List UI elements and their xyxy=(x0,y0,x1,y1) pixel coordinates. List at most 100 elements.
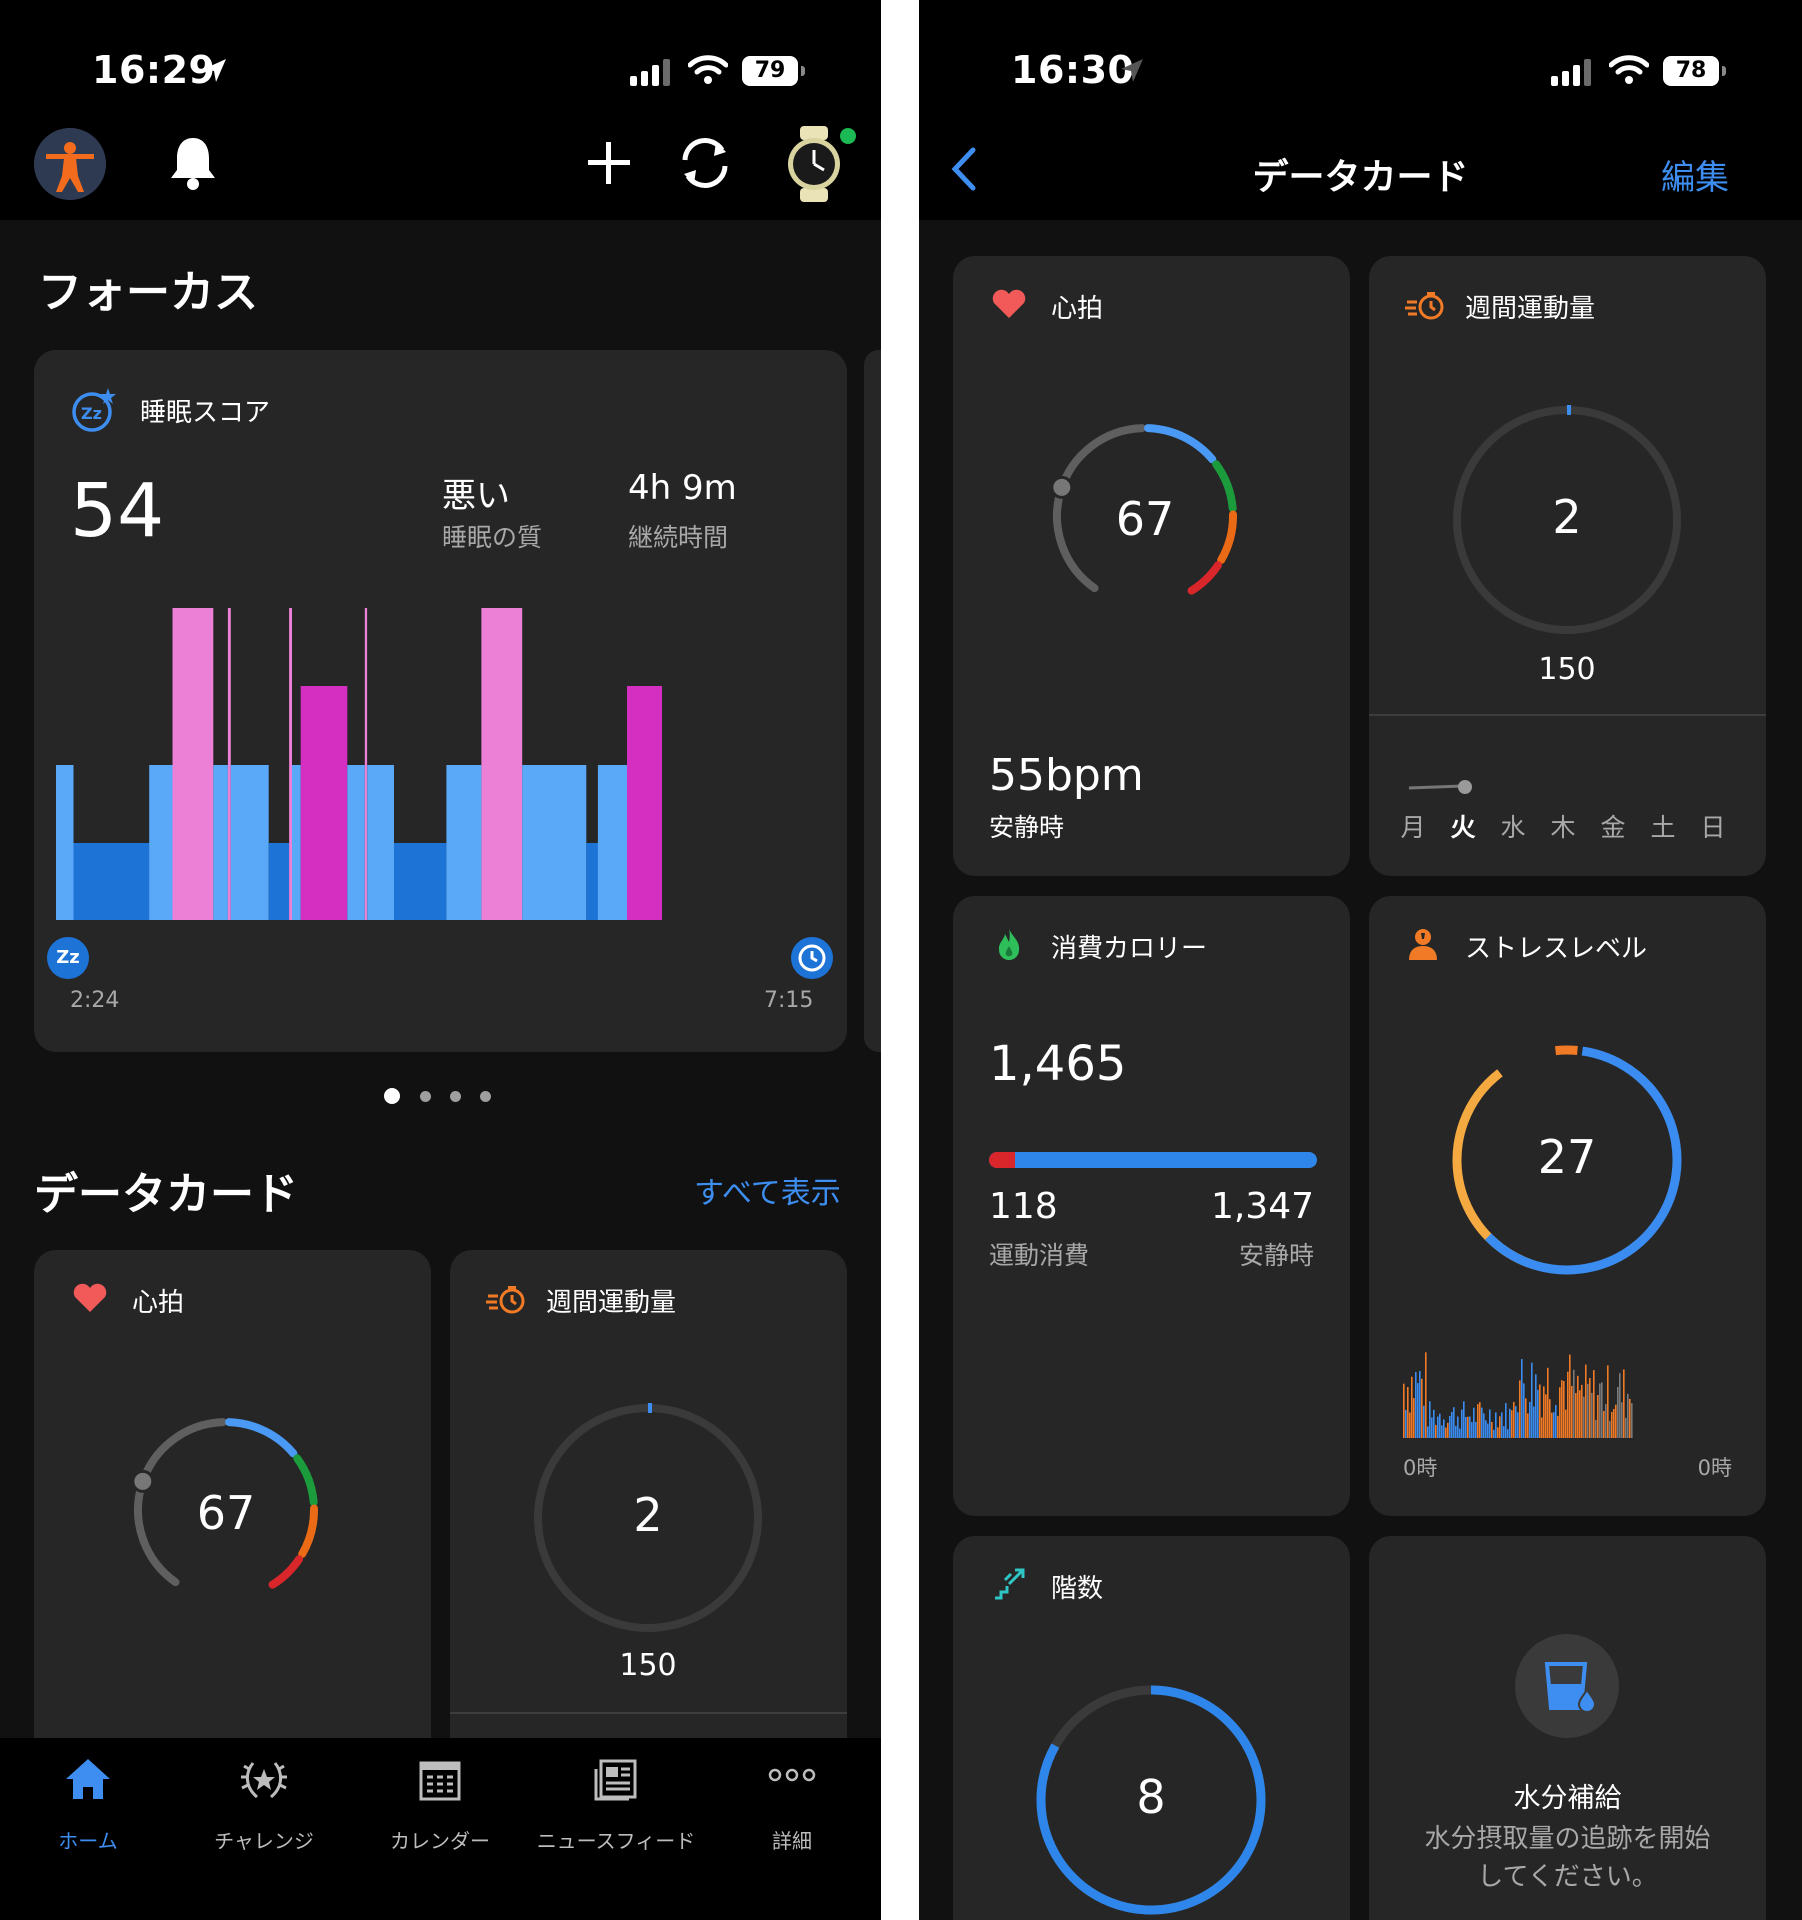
stopwatch-icon xyxy=(1405,292,1444,320)
stress-bar xyxy=(1609,1420,1611,1438)
stress-bar xyxy=(1461,1409,1463,1438)
stress-bar xyxy=(1517,1412,1519,1438)
stress-level-card[interactable]: ストレスレベル 27 0時 0時 xyxy=(1369,896,1766,1516)
location-arrow-icon xyxy=(204,59,226,82)
weekly-activity-goal: 150 xyxy=(619,1648,677,1683)
page-dot xyxy=(420,1091,431,1102)
stress-bar xyxy=(1587,1383,1589,1438)
stairs-icon xyxy=(995,1568,1025,1600)
resting-calories-label: 安静時 xyxy=(1238,1241,1314,1270)
stress-bar xyxy=(1453,1407,1455,1438)
stress-bar xyxy=(1599,1383,1601,1438)
stress-bar xyxy=(1631,1403,1633,1438)
stress-bar xyxy=(1445,1427,1447,1438)
show-all-link[interactable]: すべて表示 xyxy=(694,1168,841,1212)
stress-bar xyxy=(1611,1412,1613,1438)
signal-icon xyxy=(1551,59,1591,86)
stress-bar xyxy=(1625,1417,1627,1438)
stress-bar xyxy=(1553,1412,1555,1438)
stress-bar xyxy=(1613,1409,1615,1438)
stress-bar xyxy=(1437,1416,1439,1438)
sleep-stage-bar-rem xyxy=(172,608,214,920)
weekday-label: 火 xyxy=(1450,813,1476,842)
stress-card-title: ストレスレベル xyxy=(1465,934,1648,964)
weekday-label: 水 xyxy=(1500,813,1526,842)
stress-bar xyxy=(1591,1392,1593,1438)
stress-bar xyxy=(1429,1401,1431,1438)
sleep-card-title: 睡眠スコア xyxy=(140,398,271,428)
stress-bar xyxy=(1413,1398,1415,1438)
stress-bar xyxy=(1455,1425,1457,1438)
weekly-activity-card[interactable]: 週間運動量 2 150 月火水木金土日 xyxy=(1369,256,1766,876)
stress-bar xyxy=(1601,1382,1603,1438)
stress-bar xyxy=(1497,1427,1499,1438)
sync-icon[interactable] xyxy=(676,136,734,190)
bell-icon[interactable] xyxy=(168,134,218,192)
stress-bar xyxy=(1551,1412,1553,1438)
active-calories-label: 運動消費 xyxy=(989,1241,1090,1270)
stress-bar xyxy=(1459,1428,1461,1438)
heart-rate-card[interactable]: 心拍 67 55bpm 安静時 xyxy=(953,256,1350,876)
stress-bar xyxy=(1593,1370,1595,1438)
status-time: 16:29 xyxy=(92,48,216,92)
stress-bar xyxy=(1619,1373,1621,1438)
water-cup-icon xyxy=(1544,1662,1597,1713)
heart-card-title: 心拍 xyxy=(132,1288,185,1318)
stress-bar xyxy=(1423,1405,1425,1438)
watch-device-icon[interactable] xyxy=(780,124,856,204)
stress-bar xyxy=(1407,1387,1409,1438)
weekly-activity-card[interactable]: 週間運動量 2 150 xyxy=(450,1250,847,1770)
hr-zone-red xyxy=(1187,561,1222,595)
stress-bar xyxy=(1515,1406,1517,1438)
sleep-quality-label: 睡眠の質 xyxy=(442,523,543,552)
stress-bar xyxy=(1581,1384,1583,1438)
stress-bar xyxy=(1569,1354,1571,1438)
more-icon xyxy=(768,1768,816,1782)
calories-active-fill xyxy=(989,1152,1016,1168)
stress-bar xyxy=(1403,1383,1405,1438)
stress-person-icon xyxy=(1409,929,1437,960)
resting-hr-label: 安静時 xyxy=(989,813,1065,842)
calories-card[interactable]: 消費カロリー 1,465 118 運動消費 1,347 安静時 xyxy=(953,896,1350,1516)
stress-bar xyxy=(1491,1422,1493,1438)
flame-icon xyxy=(998,928,1020,960)
stress-start-label: 0時 xyxy=(1403,1456,1438,1480)
heart-card-title: 心拍 xyxy=(1051,294,1104,324)
weekly-activity-value: 2 xyxy=(633,1488,663,1542)
stress-bar xyxy=(1473,1407,1475,1438)
sleep-end-time: 7:15 xyxy=(764,988,814,1013)
stopwatch-icon xyxy=(486,1286,525,1314)
hydration-message-line2: してください。 xyxy=(1477,1862,1658,1892)
hr-zone-red xyxy=(268,1555,303,1589)
stress-bar xyxy=(1583,1396,1585,1438)
profile-avatar[interactable] xyxy=(34,128,106,200)
next-focus-card-peek[interactable] xyxy=(864,350,881,1052)
stress-bar xyxy=(1597,1395,1599,1438)
sleep-stage-bar-rem xyxy=(289,608,292,920)
wake-clock-icon xyxy=(788,934,836,982)
stress-bar xyxy=(1467,1416,1469,1438)
sleep-stage-bar-light xyxy=(597,765,627,920)
stress-bar xyxy=(1545,1394,1547,1438)
stress-bar xyxy=(1405,1409,1407,1438)
stress-bar xyxy=(1485,1420,1487,1438)
sleep-score-card[interactable]: Zz 睡眠スコア 54 悪い 睡眠の質 4h 9m 継続時間 Zz 2:24 7… xyxy=(34,350,847,1052)
hr-zone-blue xyxy=(1144,424,1217,464)
weekly-activity-value: 2 xyxy=(1552,490,1582,544)
hydration-card[interactable]: 水分補給 水分摂取量の追跡を開始 してください。 xyxy=(1369,1536,1766,1920)
heart-rate-card[interactable]: 心拍 67 xyxy=(34,1250,431,1770)
stress-bar xyxy=(1477,1404,1479,1438)
heart-rate-value: 67 xyxy=(196,1486,256,1540)
stress-bar xyxy=(1555,1405,1557,1438)
floors-card[interactable]: 階数 8 xyxy=(953,1536,1350,1920)
page-dot-active xyxy=(384,1088,400,1104)
signal-icon xyxy=(630,59,670,86)
edit-button[interactable]: 編集 xyxy=(1661,150,1729,199)
sleep-stage-bar-deep xyxy=(586,843,598,920)
weekday-label: 月 xyxy=(1400,813,1426,842)
sleep-stage-bar-rem xyxy=(364,608,368,920)
stress-bar xyxy=(1573,1369,1575,1438)
add-icon[interactable] xyxy=(586,140,632,186)
page-indicator[interactable] xyxy=(384,1088,504,1104)
stress-bar xyxy=(1621,1402,1623,1438)
